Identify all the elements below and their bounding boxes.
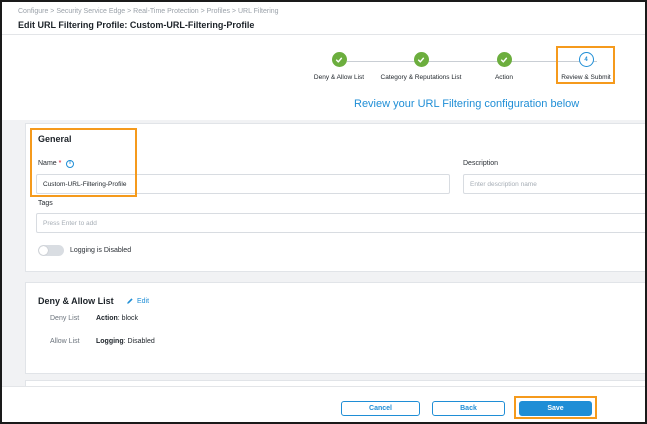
name-input[interactable]: Custom-URL-Filtering-Profile [36, 174, 450, 194]
logging-status: Logging is Disabled [70, 247, 132, 254]
allow-list-key: Logging [96, 338, 124, 345]
checkmark-icon [496, 52, 512, 67]
deny-list-label: Deny List [50, 315, 80, 322]
step-review-submit[interactable]: 4 Review & Submit [541, 52, 631, 81]
step-action[interactable]: Action [459, 52, 549, 81]
deny-list-key: Action [96, 315, 118, 322]
save-button[interactable]: Save [519, 401, 592, 416]
step-label: Review & Submit [561, 74, 611, 81]
review-heading: Review your URL Filtering configuration … [354, 98, 580, 110]
tags-input[interactable]: Press Enter to add [36, 213, 645, 233]
general-card: General Name * i Custom-URL-Filtering-Pr… [25, 123, 645, 272]
description-input[interactable]: Enter description name [463, 174, 645, 194]
deny-list-text: : block [117, 315, 139, 322]
allow-list-text: : Disabled [123, 338, 155, 345]
step-label: Action [494, 74, 514, 81]
tags-label: Tags [38, 200, 53, 207]
cancel-button[interactable]: Cancel [341, 401, 420, 416]
step-label: Deny & Allow List [313, 74, 365, 81]
toggle-knob [39, 246, 48, 255]
step-deny-allow-list[interactable]: Deny & Allow List [294, 52, 384, 81]
step-number-badge: 4 [578, 52, 594, 67]
breadcrumb[interactable]: Configure > Security Service Edge > Real… [18, 8, 279, 15]
step-category-reputations[interactable]: Category & Reputations List [376, 52, 466, 81]
general-title: General [38, 134, 72, 144]
edit-deny-allow-link[interactable]: Edit [126, 297, 149, 305]
deny-allow-title: Deny & Allow List [38, 296, 114, 306]
allow-list-label: Allow List [50, 338, 80, 345]
edit-label: Edit [137, 297, 150, 305]
step-label: Category & Reputations List [380, 74, 462, 81]
checkmark-icon [413, 52, 429, 67]
page-title: Edit URL Filtering Profile: Custom-URL-F… [18, 20, 255, 30]
logging-toggle[interactable] [38, 245, 64, 256]
wizard-stepper: Deny & Allow List Category & Reputations… [2, 35, 645, 120]
required-marker: * [58, 160, 62, 167]
app-window: Configure > Security Service Edge > Real… [0, 0, 647, 424]
page-header: Configure > Security Service Edge > Real… [2, 2, 645, 35]
pencil-icon [127, 298, 133, 304]
allow-list-value: Logging: Disabled [96, 338, 155, 345]
info-icon[interactable]: i [66, 160, 74, 168]
back-button[interactable]: Back [432, 401, 505, 416]
deny-list-value: Action: block [96, 315, 138, 322]
wizard-footer: Cancel Back Save [2, 386, 645, 422]
checkmark-icon [331, 52, 347, 67]
deny-allow-card: Deny & Allow List Edit Deny List Action:… [25, 282, 645, 374]
description-label: Description [463, 160, 499, 167]
name-label: Name * [38, 160, 61, 167]
name-label-text: Name [38, 160, 57, 167]
step-number: 4 [584, 56, 588, 63]
